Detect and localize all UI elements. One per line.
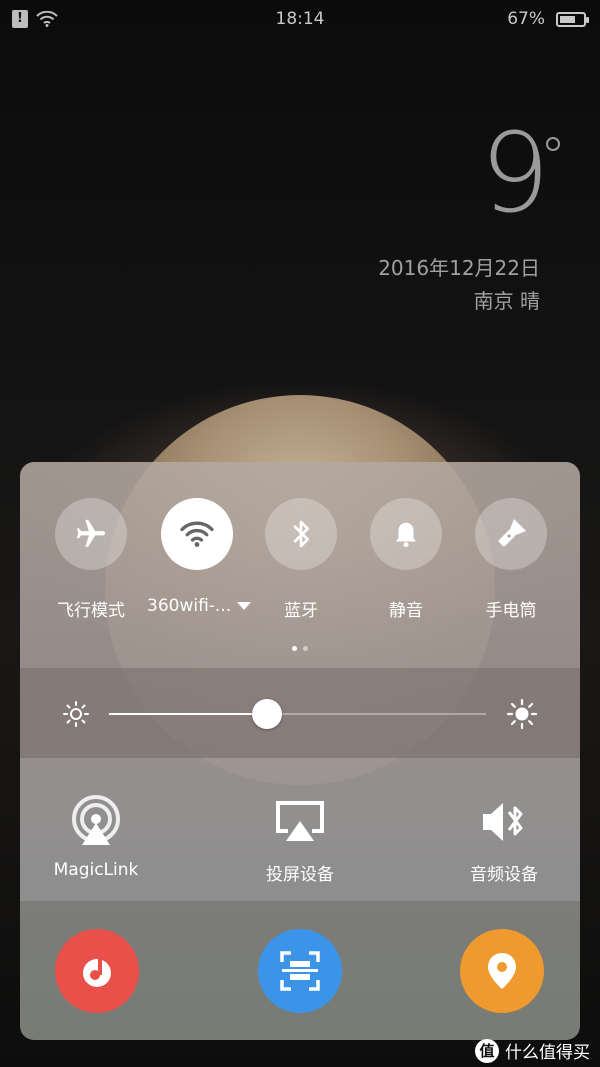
flashlight-icon (498, 518, 527, 547)
slider-thumb[interactable] (252, 699, 283, 729)
bluetooth-audio-icon (483, 803, 523, 841)
shortcut-apps (20, 901, 580, 1040)
watermark: 值 什么值得买 (475, 1038, 590, 1063)
quick-toggles: 飞行模式 360wifi-... 蓝牙 静音 手电筒 (20, 462, 580, 668)
scan-icon (280, 951, 320, 991)
location-app-button[interactable] (460, 929, 544, 1013)
silent-toggle[interactable]: 静音 (356, 498, 456, 621)
brightness-section (20, 668, 580, 758)
brightness-slider[interactable] (109, 699, 486, 729)
battery-percent: 67% (507, 9, 545, 29)
bell-icon (396, 522, 416, 548)
brightness-high-icon (506, 698, 538, 730)
media-label: MagicLink (53, 860, 139, 880)
toggle-label: 360wifi-... (147, 596, 232, 616)
control-center-panel: 飞行模式 360wifi-... 蓝牙 静音 手电筒 MagicLink 投屏设… (20, 462, 580, 1040)
dropdown-caret-icon[interactable] (237, 602, 252, 610)
airplane-mode-toggle[interactable]: 飞行模式 (41, 498, 141, 621)
watermark-text: 什么值得买 (505, 1043, 590, 1063)
airplane-icon (76, 519, 106, 547)
magiclink-icon (72, 795, 120, 845)
location-weather: 南京 晴 (473, 289, 540, 313)
page-dot (292, 646, 297, 651)
media-section: MagicLink 投屏设备 音频设备 (20, 758, 580, 901)
toggle-label: 静音 (389, 601, 423, 621)
page-dot (303, 646, 308, 651)
screen-cast-icon (276, 801, 324, 841)
audio-device-button[interactable]: 音频设备 (424, 796, 580, 885)
bluetooth-toggle[interactable]: 蓝牙 (251, 498, 351, 621)
bluetooth-icon (293, 520, 309, 548)
page-indicator (20, 636, 580, 655)
status-bar: ! 18:14 67% (0, 0, 600, 40)
slider-fill (109, 713, 268, 715)
brightness-low-icon (63, 701, 89, 727)
toggle-label: 手电筒 (485, 601, 537, 621)
flashlight-toggle[interactable]: 手电筒 (461, 498, 561, 621)
watermark-badge: 值 (475, 1038, 499, 1063)
wifi-toggle[interactable]: 360wifi-... (147, 498, 252, 616)
scan-app-button[interactable] (258, 929, 342, 1013)
degree-symbol (546, 137, 560, 151)
temperature: 9 (480, 109, 550, 237)
toggle-label: 蓝牙 (284, 601, 318, 621)
magiclink-button[interactable]: MagicLink (20, 795, 176, 880)
screen-cast-button[interactable]: 投屏设备 (220, 796, 380, 885)
date: 2016年12月22日 (378, 256, 540, 280)
battery-icon (556, 12, 589, 27)
location-icon (488, 953, 516, 989)
music-app-button[interactable] (55, 929, 139, 1013)
media-label: 投屏设备 (266, 865, 334, 885)
music-icon (83, 957, 111, 987)
toggle-label: 飞行模式 (57, 601, 125, 621)
wifi-icon (180, 521, 214, 547)
media-label: 音频设备 (470, 865, 538, 885)
